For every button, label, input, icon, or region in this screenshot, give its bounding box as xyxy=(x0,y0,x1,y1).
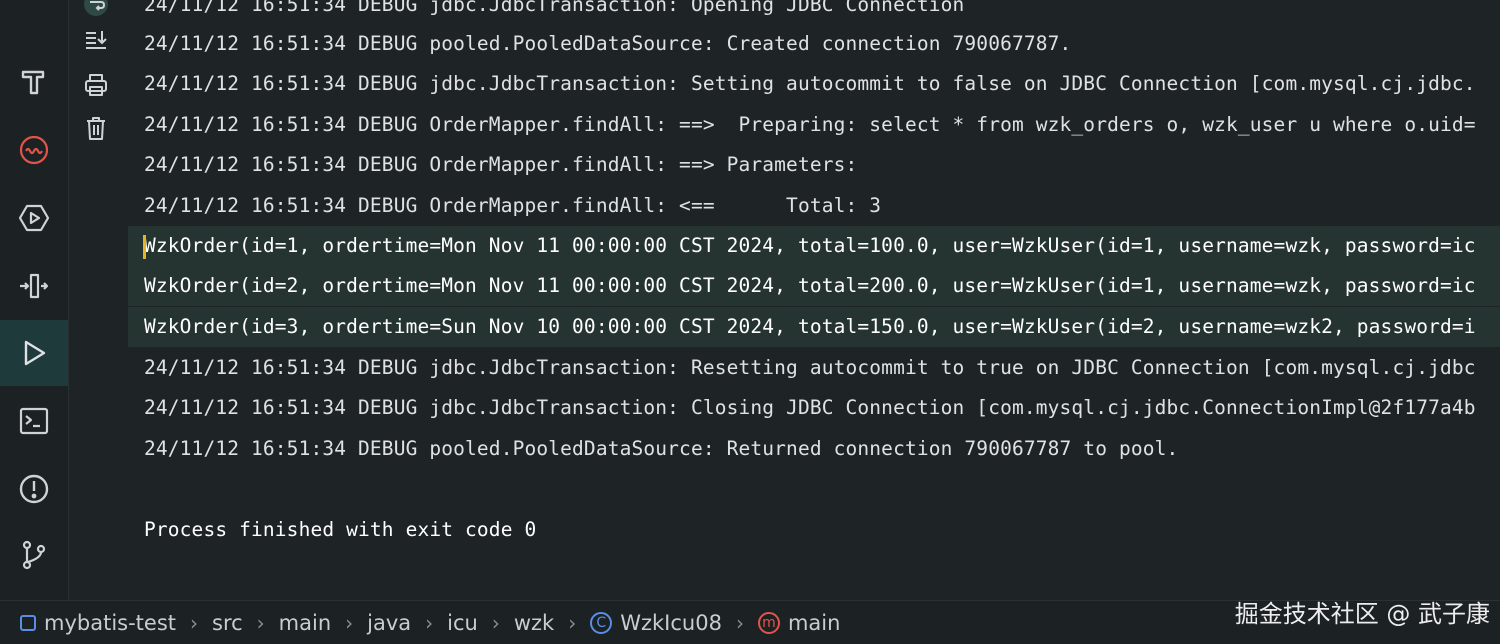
breadcrumb-project[interactable]: mybatis-test xyxy=(20,611,176,635)
console-output[interactable]: 24/11/12 16:51:34 DEBUG jdbc.JdbcTransac… xyxy=(128,0,1500,600)
class-icon: C xyxy=(590,611,613,634)
chevron-right-icon: › xyxy=(345,610,354,635)
console-line: WzkOrder(id=3, ordertime=Sun Nov 10 00:0… xyxy=(128,307,1500,347)
breadcrumb-src[interactable]: src xyxy=(212,611,243,635)
console-line: 24/11/12 16:51:34 DEBUG pooled.PooledDat… xyxy=(144,32,1072,55)
services-icon[interactable] xyxy=(0,185,68,251)
left-toolbar xyxy=(0,0,69,600)
chevron-right-icon: › xyxy=(491,610,500,635)
console-line: 24/11/12 16:51:34 DEBUG jdbc.JdbcTransac… xyxy=(144,396,1476,419)
chevron-right-icon: › xyxy=(425,610,434,635)
scroll-to-end-icon[interactable] xyxy=(82,26,110,54)
chevron-right-icon: › xyxy=(256,610,265,635)
watermark: 掘金技术社区 @ 武子康 xyxy=(1234,600,1490,628)
console-line: 24/11/12 16:51:34 DEBUG OrderMapper.find… xyxy=(144,113,1476,136)
console-line: 24/11/12 16:51:34 DEBUG jdbc.JdbcTransac… xyxy=(144,356,1476,379)
console-line: 24/11/12 16:51:34 DEBUG jdbc.JdbcTransac… xyxy=(144,72,1476,95)
breadcrumb-wzk[interactable]: wzk xyxy=(514,611,554,635)
console-line: 24/11/12 16:51:34 DEBUG OrderMapper.find… xyxy=(144,153,870,176)
print-icon[interactable] xyxy=(82,71,110,99)
run-icon[interactable] xyxy=(0,320,68,386)
chevron-right-icon: › xyxy=(568,610,577,635)
method-icon: m xyxy=(757,611,780,634)
console-line: WzkOrder(id=2, ordertime=Mon Nov 11 00:0… xyxy=(128,266,1500,306)
breadcrumb-class[interactable]: C WzkIcu08 xyxy=(590,611,722,635)
module-icon xyxy=(20,614,36,631)
console-line: 24/11/12 16:51:34 DEBUG pooled.PooledDat… xyxy=(144,437,1179,460)
breadcrumb-icu[interactable]: icu xyxy=(447,611,478,635)
chevron-right-icon: › xyxy=(190,610,198,635)
console-tools xyxy=(72,0,120,160)
soft-wrap-icon[interactable] xyxy=(82,0,110,18)
problems-icon[interactable] xyxy=(0,456,68,522)
process-finished-line: Process finished with exit code 0 xyxy=(144,518,537,541)
breadcrumb-method[interactable]: m main xyxy=(757,611,840,635)
git-icon[interactable] xyxy=(0,522,68,588)
breadcrumb-main[interactable]: main xyxy=(279,611,331,635)
chevron-right-icon: › xyxy=(735,610,744,635)
console-line: 24/11/12 16:51:34 DEBUG jdbc.JdbcTransac… xyxy=(144,0,965,16)
terminal-icon[interactable] xyxy=(0,388,68,454)
text-cursor xyxy=(143,235,146,259)
breadcrumb-java[interactable]: java xyxy=(367,611,411,635)
structure-icon[interactable] xyxy=(0,253,68,319)
console-line: WzkOrder(id=1, ordertime=Mon Nov 11 00:0… xyxy=(128,226,1500,266)
profiler-icon[interactable] xyxy=(0,117,68,183)
console-line: 24/11/12 16:51:34 DEBUG OrderMapper.find… xyxy=(144,194,882,217)
trash-icon[interactable] xyxy=(82,114,110,142)
build-hammer-icon[interactable] xyxy=(0,49,68,115)
